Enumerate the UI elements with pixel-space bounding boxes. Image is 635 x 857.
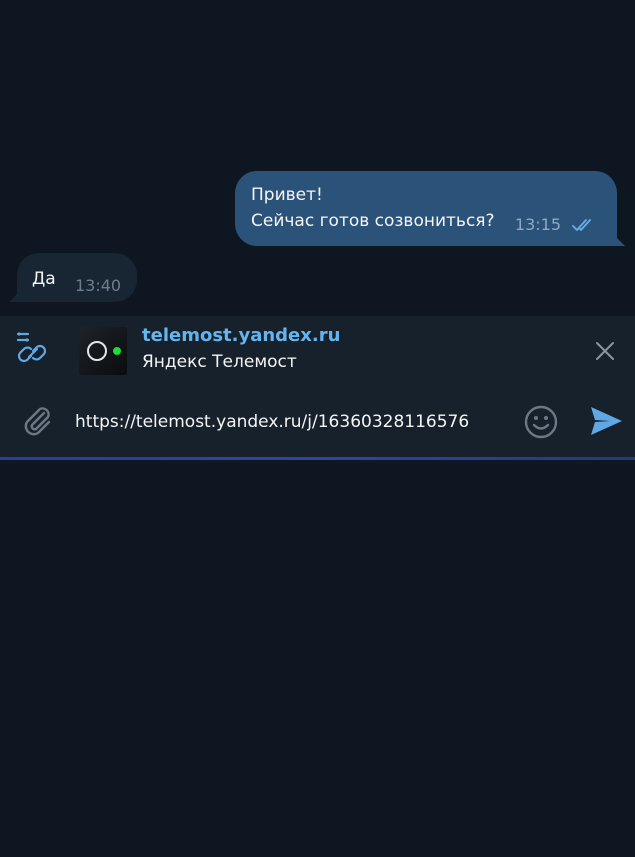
bubble-tail: [611, 232, 625, 246]
telemost-logo-ring: [87, 341, 107, 361]
bubble-tail: [9, 288, 23, 302]
message-time: 13:40: [75, 276, 122, 295]
paperclip-icon: [24, 407, 51, 436]
send-icon: [591, 407, 622, 435]
message-line-1: Привет!: [251, 185, 323, 205]
message-text: Да: [32, 269, 56, 289]
incoming-message[interactable]: Да 13:40: [9, 253, 137, 302]
message-time: 13:15: [514, 215, 561, 234]
outgoing-message[interactable]: Привет! Сейчас готов созвониться? 13:15: [235, 171, 625, 246]
message-meta: 13:15: [515, 212, 597, 238]
input-row: [0, 388, 635, 456]
upload-progress-fill: [0, 457, 635, 460]
composer: telemost.yandex.ru Яндекс Телемост: [0, 316, 635, 458]
telemost-logo-dot: [113, 347, 121, 355]
link-preview[interactable]: telemost.yandex.ru Яндекс Телемост: [0, 316, 635, 386]
close-icon: [596, 342, 614, 360]
emoji-button[interactable]: [523, 404, 559, 440]
message-input[interactable]: [75, 409, 505, 435]
preview-thumbnail: [79, 327, 127, 375]
link-icon: [14, 330, 54, 370]
send-button[interactable]: [588, 403, 624, 439]
upload-progress-bar: [0, 457, 635, 465]
close-preview-button[interactable]: [594, 340, 616, 362]
attach-button[interactable]: [18, 402, 56, 440]
preview-title: Яндекс Телемост: [142, 352, 297, 372]
chat-area: Привет! Сейчас готов созвониться? 13:15 …: [0, 0, 635, 316]
smiley-icon: [524, 405, 558, 439]
double-check-icon: [571, 217, 597, 233]
preview-domain: telemost.yandex.ru: [142, 325, 341, 346]
